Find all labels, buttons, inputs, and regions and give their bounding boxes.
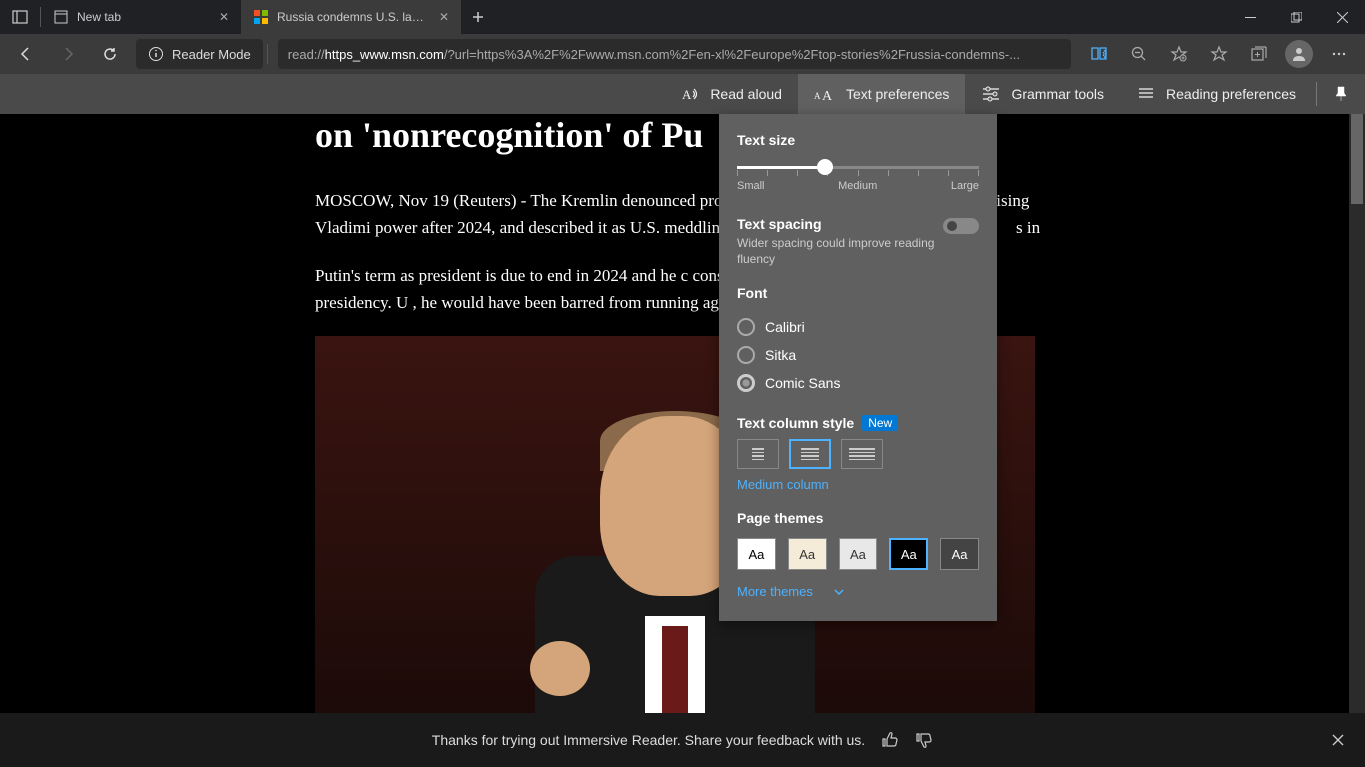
- profile-avatar[interactable]: [1279, 34, 1319, 74]
- content-area: on 'nonrecognition' of Pu MOSCOW, Nov 19…: [0, 114, 1365, 767]
- svg-text:A: A: [822, 89, 833, 104]
- pin-toolbar-button[interactable]: [1321, 74, 1361, 114]
- column-current-label: Medium column: [737, 477, 979, 492]
- grammar-tools-button[interactable]: Grammar tools: [965, 74, 1120, 114]
- column-narrow-button[interactable]: [737, 439, 779, 469]
- theme-gray-button[interactable]: Aa: [839, 538, 878, 570]
- immersive-reader-icon[interactable]: [1079, 34, 1119, 74]
- reading-preferences-button[interactable]: Reading preferences: [1120, 74, 1312, 114]
- tab-russia-article[interactable]: Russia condemns U.S. lawmakers ✕: [241, 0, 461, 34]
- svg-text:A: A: [814, 91, 821, 101]
- close-tab-icon[interactable]: ✕: [439, 10, 449, 24]
- forward-button[interactable]: [48, 34, 88, 74]
- refresh-button[interactable]: [90, 34, 130, 74]
- scrollbar-thumb[interactable]: [1351, 114, 1363, 204]
- column-wide-button[interactable]: [841, 439, 883, 469]
- text-spacing-title: Text spacing: [737, 216, 943, 232]
- info-icon: [148, 46, 164, 62]
- close-tab-icon[interactable]: ✕: [219, 10, 229, 24]
- column-style-title: Text column style: [737, 415, 854, 431]
- reader-mode-label: Reader Mode: [172, 47, 251, 62]
- reading-prefs-icon: [1136, 84, 1156, 104]
- maximize-button[interactable]: [1273, 0, 1319, 34]
- column-medium-button[interactable]: [789, 439, 831, 469]
- close-window-button[interactable]: [1319, 0, 1365, 34]
- page-icon: [53, 9, 69, 25]
- favorites-icon[interactable]: [1199, 34, 1239, 74]
- settings-menu-icon[interactable]: [1319, 34, 1359, 74]
- theme-sepia-button[interactable]: Aa: [788, 538, 827, 570]
- text-preferences-button[interactable]: AA Text preferences: [798, 74, 966, 114]
- text-size-title: Text size: [737, 132, 979, 148]
- tab-actions-button[interactable]: [0, 0, 40, 34]
- new-tab-button[interactable]: [461, 0, 495, 34]
- feedback-bar: Thanks for trying out Immersive Reader. …: [0, 713, 1365, 767]
- tab-title: Russia condemns U.S. lawmakers: [277, 10, 427, 24]
- back-button[interactable]: [6, 34, 46, 74]
- theme-white-button[interactable]: Aa: [737, 538, 776, 570]
- thumbs-down-icon[interactable]: [915, 731, 933, 749]
- theme-dark-gray-button[interactable]: Aa: [940, 538, 979, 570]
- text-prefs-icon: AA: [814, 84, 836, 104]
- minimize-button[interactable]: [1227, 0, 1273, 34]
- svg-text:A: A: [682, 87, 692, 102]
- page-themes-title: Page themes: [737, 510, 979, 526]
- text-spacing-toggle[interactable]: [943, 218, 979, 234]
- new-badge: New: [862, 415, 898, 431]
- font-option-sitka[interactable]: Sitka: [737, 341, 979, 369]
- text-preferences-panel: Text size Small Medium Large Text spacin…: [719, 114, 997, 621]
- close-feedback-icon[interactable]: [1331, 733, 1345, 747]
- msn-favicon: [253, 9, 269, 25]
- more-themes-link[interactable]: More themes: [737, 584, 979, 599]
- read-aloud-button[interactable]: A Read aloud: [664, 74, 798, 114]
- url-field[interactable]: read://https_www.msn.com/?url=https%3A%2…: [278, 39, 1071, 69]
- chevron-down-icon: [833, 586, 845, 598]
- font-option-calibri[interactable]: Calibri: [737, 313, 979, 341]
- feedback-text: Thanks for trying out Immersive Reader. …: [432, 732, 865, 748]
- text-spacing-subtitle: Wider spacing could improve reading flue…: [737, 236, 943, 267]
- font-title: Font: [737, 285, 979, 301]
- collections-icon[interactable]: [1239, 34, 1279, 74]
- read-aloud-icon: A: [680, 84, 700, 104]
- font-option-comic-sans[interactable]: Comic Sans: [737, 369, 979, 397]
- reader-mode-badge[interactable]: Reader Mode: [136, 39, 263, 69]
- thumbs-up-icon[interactable]: [881, 731, 899, 749]
- zoom-icon[interactable]: [1119, 34, 1159, 74]
- grammar-icon: [981, 84, 1001, 104]
- tab-title: New tab: [77, 10, 121, 24]
- reader-toolbar: A Read aloud AA Text preferences Grammar…: [0, 74, 1365, 114]
- text-size-slider[interactable]: Small Medium Large: [737, 160, 979, 200]
- address-bar: Reader Mode read://https_www.msn.com/?ur…: [0, 34, 1365, 74]
- theme-black-button[interactable]: Aa: [889, 538, 928, 570]
- vertical-scrollbar[interactable]: [1349, 114, 1365, 713]
- titlebar: New tab ✕ Russia condemns U.S. lawmakers…: [0, 0, 1365, 34]
- tab-new-tab[interactable]: New tab ✕: [41, 0, 241, 34]
- favorite-star-icon[interactable]: [1159, 34, 1199, 74]
